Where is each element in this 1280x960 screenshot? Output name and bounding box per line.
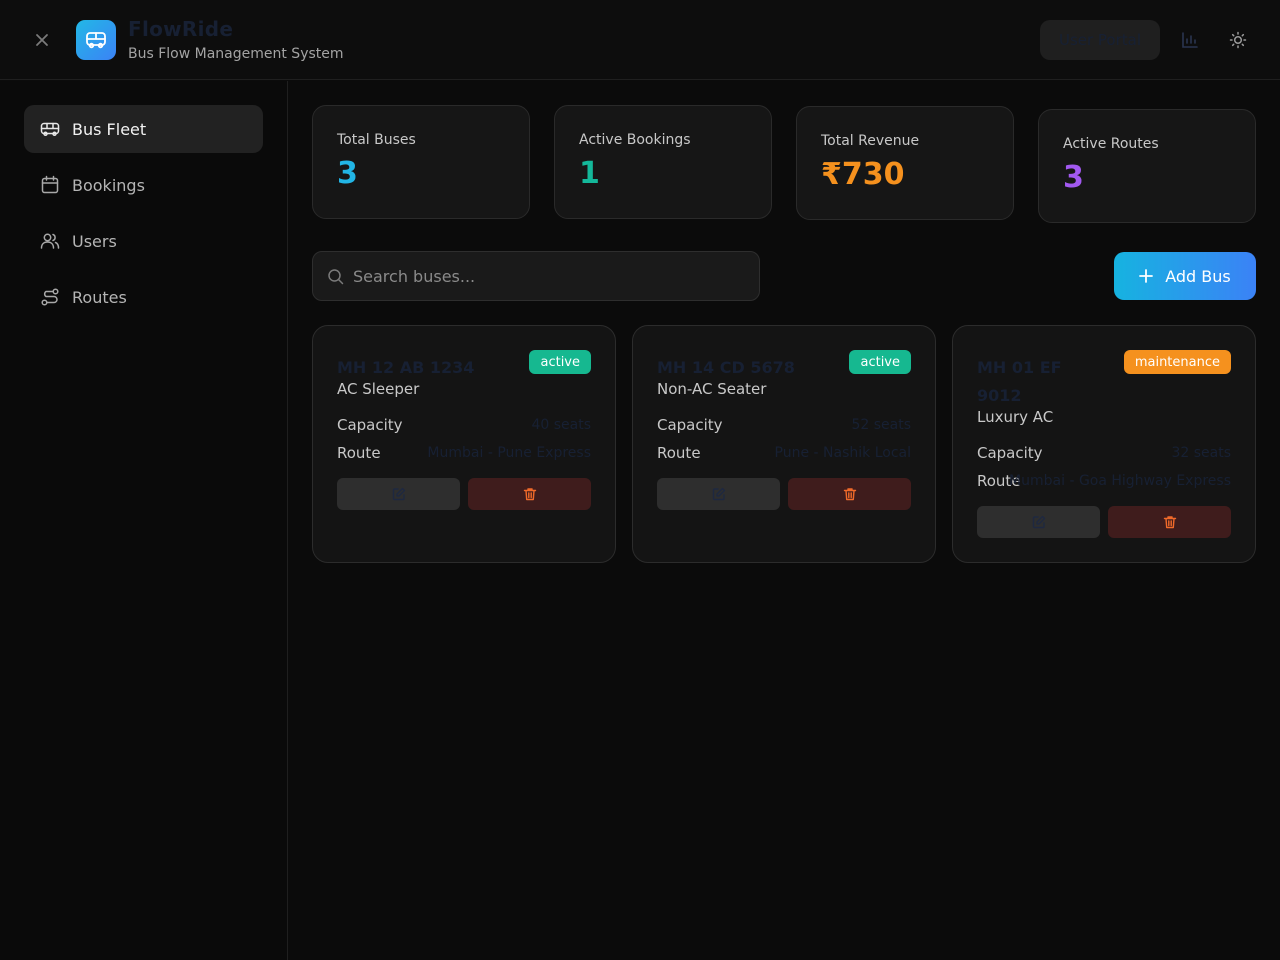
trash-icon — [523, 488, 536, 501]
theme-toggle-button[interactable] — [1226, 28, 1250, 52]
stat-label: Active Bookings — [579, 132, 691, 148]
route-value: Pune - Nashik Local — [774, 445, 911, 461]
sidebar-item-label: Bus Fleet — [72, 119, 147, 139]
edit-bus-button[interactable] — [977, 506, 1100, 538]
analytics-button[interactable] — [1178, 28, 1202, 52]
stat-value: 3 — [337, 156, 358, 191]
sidebar-item-users[interactable]: Users — [24, 217, 263, 265]
capacity-label: Capacity — [337, 416, 403, 434]
search-icon — [328, 269, 344, 285]
edit-icon — [712, 487, 725, 501]
bus-icon — [40, 122, 60, 137]
route-value: Mumbai - Goa Highway Express — [1009, 473, 1231, 489]
brand-title: FlowRide — [128, 17, 234, 41]
route-icon — [41, 288, 59, 306]
user-portal-button[interactable]: User Portal — [1040, 20, 1160, 60]
trash-icon — [1163, 516, 1176, 529]
bus-type: Luxury AC — [977, 408, 1054, 426]
bus-type: AC Sleeper — [337, 380, 420, 398]
sidebar-item-bus-fleet[interactable]: Bus Fleet — [24, 105, 263, 153]
brand-subtitle: Bus Flow Management System — [128, 46, 344, 62]
status-badge: active — [849, 350, 911, 374]
route-value: Mumbai - Pune Express — [427, 445, 591, 461]
capacity-label: Capacity — [657, 416, 723, 434]
capacity-value: 52 seats — [851, 417, 911, 433]
stat-label: Active Routes — [1063, 136, 1159, 152]
status-badge: active — [529, 350, 591, 374]
search-box — [312, 251, 760, 301]
sidebar: Bus Fleet Bookings Users Routes — [0, 81, 288, 960]
top-header: FlowRide Bus Flow Management System User… — [0, 0, 1280, 80]
edit-icon — [392, 487, 405, 501]
plus-icon — [1139, 269, 1154, 283]
trash-icon — [843, 488, 856, 501]
sidebar-item-bookings[interactable]: Bookings — [24, 161, 263, 209]
stat-card-active-routes: Active Routes 3 — [1038, 109, 1256, 223]
stat-value: 1 — [579, 156, 600, 191]
add-bus-label: Add Bus — [1165, 266, 1231, 286]
capacity-value: 40 seats — [531, 417, 591, 433]
sidebar-item-label: Users — [72, 231, 117, 251]
bus-card: MH 14 CD 5678 active Non-AC Seater Capac… — [632, 325, 936, 563]
bus-icon — [86, 32, 106, 49]
search-input[interactable] — [353, 252, 753, 300]
route-label: Route — [657, 444, 701, 462]
route-label: Route — [337, 444, 381, 462]
bus-number: MH 12 AB 1234 — [337, 358, 475, 377]
delete-bus-button[interactable] — [468, 478, 591, 510]
bar-chart-icon — [1182, 32, 1198, 48]
sidebar-item-label: Bookings — [72, 175, 145, 195]
status-badge: maintenance — [1123, 350, 1231, 374]
stat-card-active-bookings: Active Bookings 1 — [554, 105, 772, 219]
sidebar-item-routes[interactable]: Routes — [24, 273, 263, 321]
capacity-value: 32 seats — [1171, 445, 1231, 461]
bus-type: Non-AC Seater — [657, 380, 767, 398]
delete-bus-button[interactable] — [1108, 506, 1231, 538]
edit-bus-button[interactable] — [657, 478, 780, 510]
edit-icon — [1032, 515, 1045, 529]
close-sidebar-button[interactable] — [30, 28, 54, 52]
users-icon — [40, 233, 60, 249]
delete-bus-button[interactable] — [788, 478, 911, 510]
sun-icon — [1229, 31, 1247, 49]
sidebar-item-label: Routes — [72, 287, 127, 307]
stat-value: ₹730 — [821, 157, 905, 192]
calendar-icon — [41, 175, 59, 194]
close-icon — [36, 34, 48, 46]
bus-card: MH 01 EF 9012 maintenance Luxury AC Capa… — [952, 325, 1256, 563]
add-bus-button[interactable]: Add Bus — [1114, 252, 1256, 300]
stat-card-total-buses: Total Buses 3 — [312, 105, 530, 219]
bus-card: MH 12 AB 1234 active AC Sleeper Capacity… — [312, 325, 616, 563]
edit-bus-button[interactable] — [337, 478, 460, 510]
bus-number: MH 14 CD 5678 — [657, 358, 795, 377]
stat-value: 3 — [1063, 160, 1084, 195]
stat-label: Total Revenue — [821, 133, 920, 149]
stat-label: Total Buses — [337, 132, 416, 148]
app-logo — [76, 20, 116, 60]
capacity-label: Capacity — [977, 444, 1043, 462]
stat-card-total-revenue: Total Revenue ₹730 — [796, 106, 1014, 220]
bus-number: MH 01 EF 9012 — [977, 358, 1062, 405]
